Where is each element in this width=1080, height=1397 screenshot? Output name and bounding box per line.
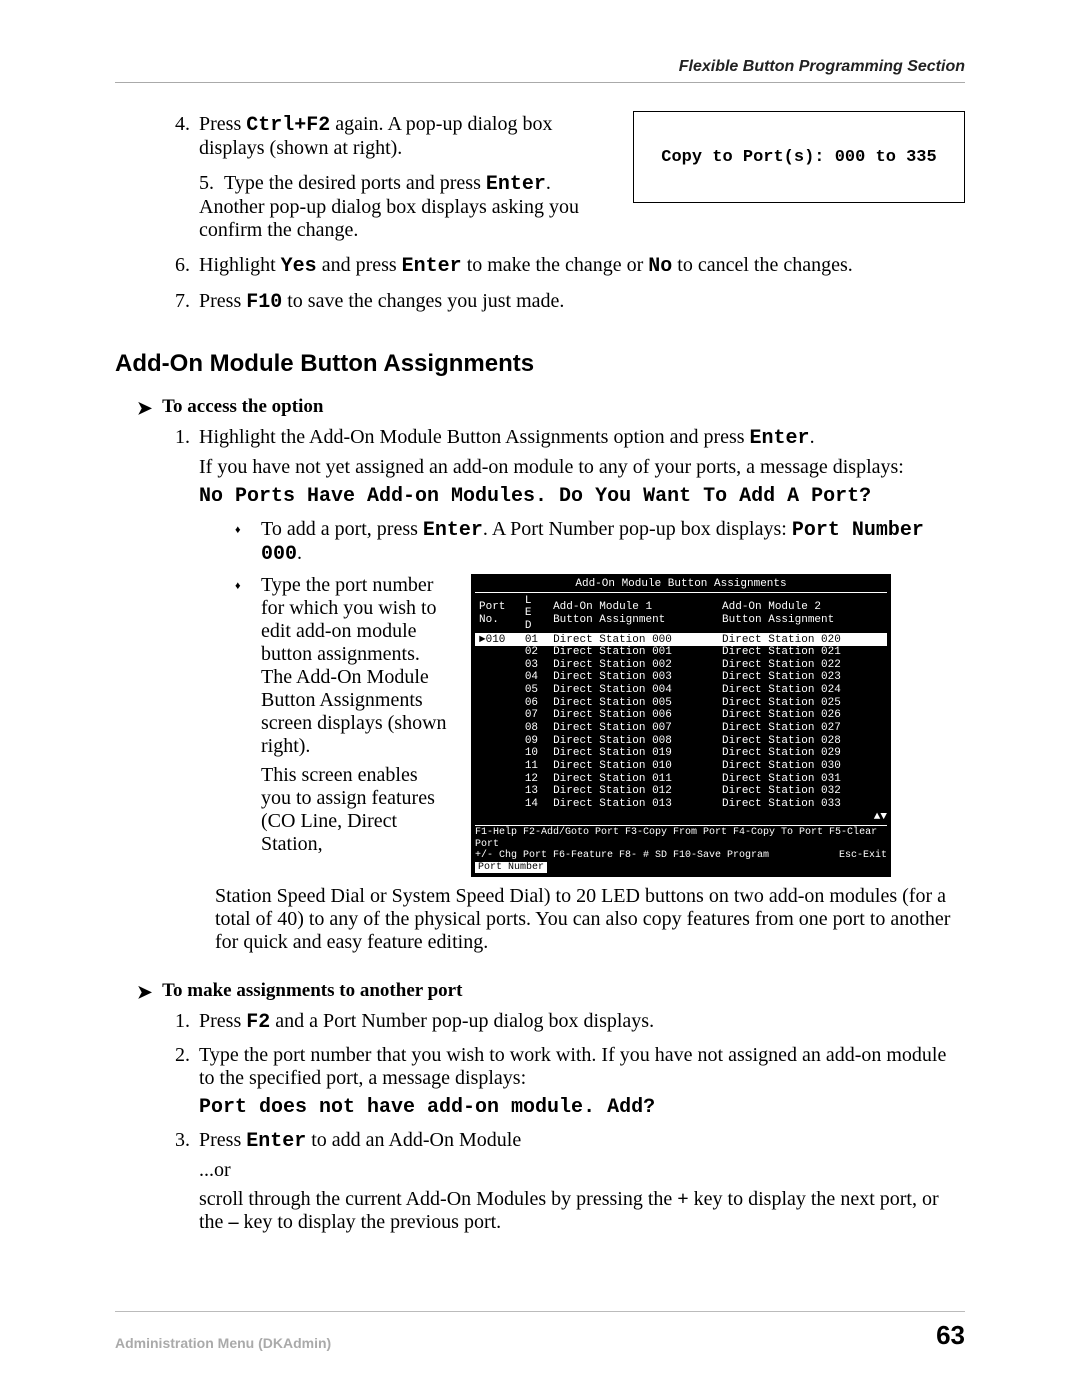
key-enter-3: Enter: [750, 427, 810, 450]
proc2-step1: Press F2 and a Port Number pop-up dialog…: [195, 1010, 965, 1034]
procedure-2-heading: ➤ To make assignments to another port: [137, 980, 965, 1002]
p2-code: No Ports Have Add-on Modules. Do You Wan…: [199, 485, 965, 508]
proc2-code: Port does not have add-on module. Add?: [199, 1096, 965, 1119]
hdr-m1b: Button Assignment: [553, 614, 665, 626]
key-plus: +: [677, 1188, 688, 1210]
table-row: 13Direct Station 012Direct Station 032: [475, 785, 887, 798]
proc2-title: To make assignments to another port: [162, 980, 462, 1002]
copy-popup-text: Copy to Port(s): 000 to 335: [661, 148, 936, 167]
b1a: To add a port, press: [261, 518, 423, 540]
s6a: Highlight: [199, 254, 281, 276]
table-row: 10Direct Station 019Direct Station 029: [475, 747, 887, 760]
key-minus: –: [228, 1211, 238, 1233]
p2s3a: Press: [199, 1129, 246, 1151]
step5-text-a: Type the desired ports and press: [224, 172, 486, 194]
header-rule: [115, 82, 965, 83]
p1a: Highlight the Add-On Module Button Assig…: [199, 426, 750, 448]
p2s3b: to add an Add-On Module: [306, 1129, 521, 1151]
proc1-title: To access the option: [162, 396, 323, 418]
foot3: Port Number: [475, 862, 547, 874]
running-header: Flexible Button Programming Section: [115, 58, 965, 76]
b2a: Type the port number for which you wish …: [261, 574, 451, 758]
s6c: to make the change or: [462, 254, 649, 276]
table-row: 03Direct Station 002Direct Station 022: [475, 659, 887, 672]
key-enter-5: Enter: [246, 1130, 306, 1153]
key-f2: F2: [246, 1011, 270, 1034]
copy-popup-box: Copy to Port(s): 000 to 335: [633, 111, 965, 203]
bullet-type-port: Type the port number for which you wish …: [235, 574, 965, 877]
key-enter-2: Enter: [402, 255, 462, 278]
table-row: 08Direct Station 007Direct Station 027: [475, 722, 887, 735]
p2s3c3: key to display the previous port.: [238, 1211, 501, 1233]
key-enter-1: Enter: [486, 173, 546, 196]
s7b: to save the changes you just made.: [282, 290, 564, 312]
page-footer: Administration Menu (DKAdmin) 63: [115, 1311, 965, 1351]
hdr-m2a: Add-On Module 2: [722, 601, 821, 613]
key-no: No: [648, 255, 672, 278]
arrow-icon: ➤: [137, 399, 152, 417]
key-yes: Yes: [281, 255, 317, 278]
p2-text: If you have not yet assigned an add-on m…: [199, 456, 965, 479]
p2s1b: and a Port Number pop-up dialog box disp…: [270, 1010, 654, 1032]
hdr-port: PortNo.: [475, 595, 521, 633]
hdr-led: LED: [521, 595, 549, 633]
bullet-add-port: To add a port, press Enter. A Port Numbe…: [235, 518, 965, 566]
table-row: 12Direct Station 011Direct Station 031: [475, 773, 887, 786]
table-row: 11Direct Station 010Direct Station 030: [475, 760, 887, 773]
proc2-step3: Press Enter to add an Add-On Module ...o…: [195, 1129, 965, 1234]
key-f10: F10: [246, 291, 282, 314]
p2s3c1: scroll through the current Add-On Module…: [199, 1188, 677, 1210]
table-row: 09Direct Station 008Direct Station 028: [475, 735, 887, 748]
table-row: 07Direct Station 006Direct Station 026: [475, 709, 887, 722]
step-7: Press F10 to save the changes you just m…: [195, 290, 965, 314]
table-row: 02Direct Station 001Direct Station 021: [475, 646, 887, 659]
foot-esc: Esc-Exit: [839, 850, 887, 862]
hdr-m1a: Add-On Module 1: [553, 601, 652, 613]
footer-left: Administration Menu (DKAdmin): [115, 1335, 331, 1351]
b2b: This screen enables you to assign featur…: [261, 764, 451, 856]
step-4: Press Ctrl+F2 again. A pop-up dialog box…: [195, 113, 965, 242]
key-ctrl-f2: Ctrl+F2: [246, 114, 330, 137]
table-row: ►01001Direct Station 000Direct Station 0…: [475, 633, 887, 646]
after-figure-text: Station Speed Dial or System Speed Dial)…: [215, 885, 965, 954]
procedure-1-heading: ➤ To access the option: [137, 396, 965, 418]
key-enter-4: Enter: [423, 519, 483, 542]
step4-text-a: Press: [199, 113, 246, 135]
s7a: Press: [199, 290, 246, 312]
proc1-step1: Highlight the Add-On Module Button Assig…: [195, 426, 965, 508]
terminal-screenshot: Add-On Module Button Assignments PortNo.…: [471, 574, 891, 877]
table-row: 04Direct Station 003Direct Station 023: [475, 671, 887, 684]
p2s1a: Press: [199, 1010, 246, 1032]
proc2-step2: Type the port number that you wish to wo…: [195, 1044, 965, 1119]
step-6: Highlight Yes and press Enter to make th…: [195, 254, 965, 278]
b1dot: .: [297, 542, 302, 564]
section-heading: Add-On Module Button Assignments: [115, 350, 965, 378]
step-5-inline: 5. Type the desired ports and press Ente…: [199, 172, 613, 242]
p2s2: Type the port number that you wish to wo…: [199, 1044, 946, 1089]
page-number: 63: [936, 1320, 965, 1351]
hdr-m2b: Button Assignment: [722, 614, 834, 626]
foot2: +/- Chg Port F6-Feature F8- # SD F10-Sav…: [475, 850, 769, 861]
p2s3or: ...or: [199, 1159, 965, 1182]
table-row: 14Direct Station 013Direct Station 033: [475, 798, 887, 811]
terminal-title: Add-On Module Button Assignments: [475, 578, 887, 593]
b1b: . A Port Number pop-up box displays:: [483, 518, 792, 540]
s6d: to cancel the changes.: [672, 254, 852, 276]
table-row: 06Direct Station 005Direct Station 025: [475, 697, 887, 710]
table-row: 05Direct Station 004Direct Station 024: [475, 684, 887, 697]
p1b: .: [810, 426, 815, 448]
foot1: F1-Help F2-Add/Goto Port F3-Copy From Po…: [475, 827, 887, 850]
s6b: and press: [317, 254, 402, 276]
arrow-icon-2: ➤: [137, 983, 152, 1001]
